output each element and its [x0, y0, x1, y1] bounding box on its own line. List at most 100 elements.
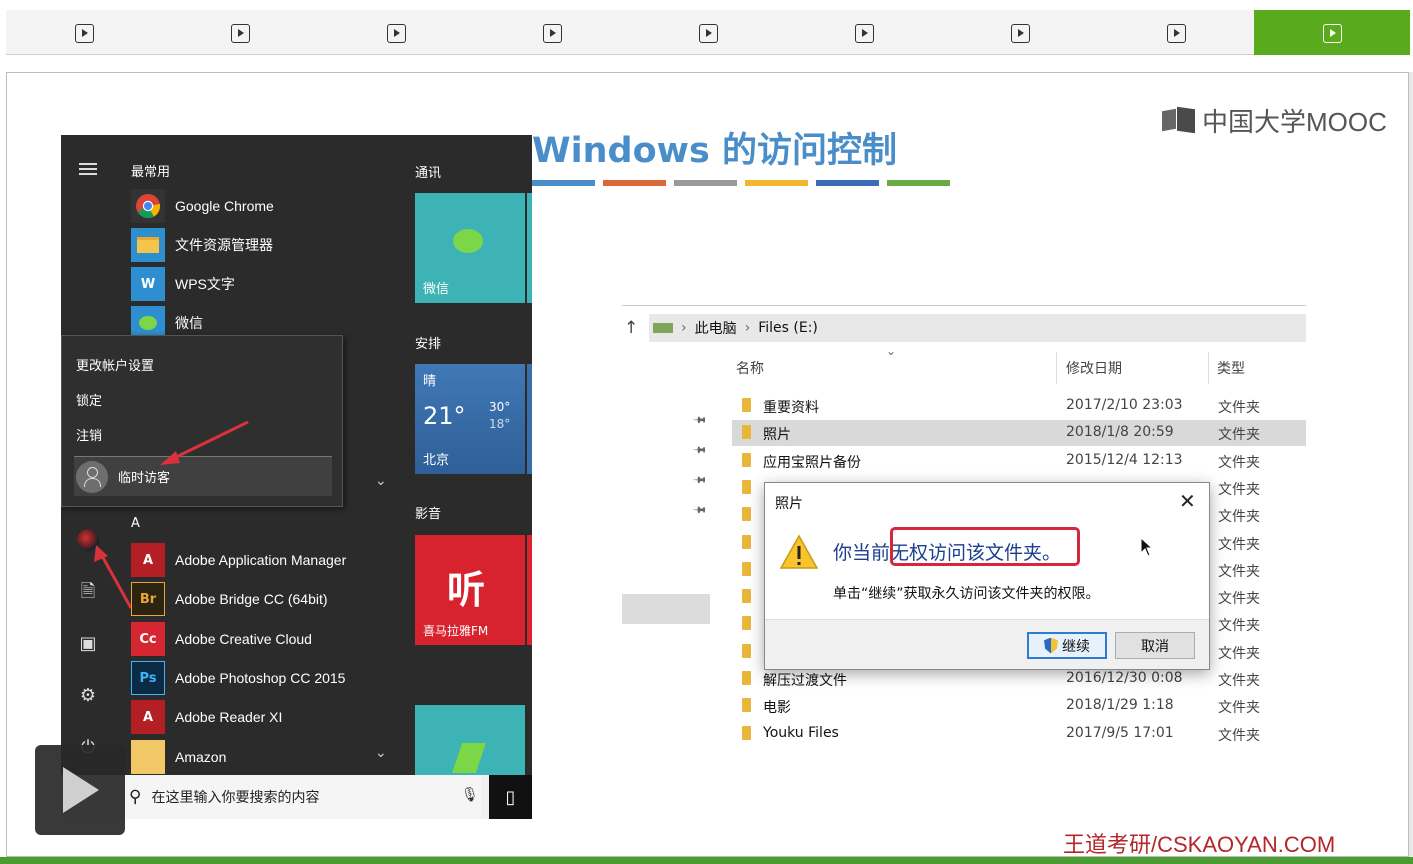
file-row[interactable]: Youku Files 2017/9/5 17:01 文件夹 — [732, 721, 1306, 747]
folder-icon — [742, 398, 751, 412]
column-type[interactable]: 类型 — [1217, 358, 1245, 378]
continue-label: 继续 — [1062, 638, 1090, 655]
title-color-bar — [816, 180, 879, 186]
title-color-bar — [887, 180, 950, 186]
chapter-tab[interactable] — [6, 10, 162, 55]
folder-icon — [742, 507, 751, 522]
wechat-tile[interactable]: 微信 — [415, 193, 525, 303]
chapter-tab[interactable] — [162, 10, 318, 55]
change-account-settings[interactable]: 更改帐户设置 — [76, 355, 154, 374]
weather-city: 北京 — [423, 453, 450, 468]
play-square-icon — [387, 23, 406, 43]
creative-cloud-icon: Cc — [131, 622, 165, 656]
file-name: 解压过渡文件 — [763, 673, 847, 689]
dialog-sub-message: 单击“继续”获取永久访问该文件夹的权限。 — [833, 586, 1100, 602]
folder-icon — [742, 725, 751, 740]
mooc-logo-icon — [1162, 105, 1198, 135]
close-icon[interactable]: ✕ — [1179, 489, 1196, 513]
red-highlight-box — [890, 527, 1080, 566]
tile-edge — [527, 535, 532, 645]
app-label: 文件资源管理器 — [175, 237, 273, 253]
file-type: 文件夹 — [1218, 454, 1260, 471]
file-name: 电影 — [763, 700, 791, 717]
file-type: 文件夹 — [1218, 563, 1260, 580]
cancel-label: 取消 — [1141, 638, 1169, 655]
pin-icon[interactable]: 🖈 — [688, 409, 711, 432]
file-row[interactable]: 照片 2018/1/8 20:59 文件夹 — [732, 420, 1306, 447]
app-adobe-application-manager[interactable]: A Adobe Application Manager — [131, 542, 431, 578]
chapter-tab[interactable] — [474, 10, 630, 55]
tiles-section-comm: 通讯 — [415, 166, 442, 181]
bridge-icon: Br — [131, 582, 165, 616]
file-type: 文件夹 — [1218, 509, 1260, 526]
play-square-icon — [699, 23, 718, 43]
task-view-icon[interactable]: ▯ — [489, 775, 532, 819]
microphone-icon[interactable]: 🎙 — [461, 787, 479, 803]
pin-icon[interactable]: 🖈 — [688, 469, 711, 492]
chapter-tab[interactable] — [786, 10, 942, 55]
file-date: 2018/1/29 1:18 — [1066, 697, 1174, 714]
folder-icon — [742, 534, 751, 549]
search-icon: ⚲ — [129, 787, 142, 807]
watermark: 王道考研/CSKAOYAN.COM — [1063, 832, 1336, 857]
file-date: 2016/12/30 0:08 — [1066, 670, 1183, 686]
app-label: Google Chrome — [175, 198, 274, 214]
address-bar[interactable]: › 此电脑 › Files (E:) — [649, 314, 1306, 342]
file-row[interactable]: 应用宝照片备份 2015/12/4 12:13 文件夹 — [732, 448, 1306, 474]
weather-low: 18° — [489, 417, 511, 431]
app-file-explorer[interactable]: 文件资源管理器 — [131, 227, 431, 263]
nav-pane-scrollbar[interactable] — [622, 594, 710, 624]
ximalaya-tile[interactable]: 听 喜马拉雅FM — [415, 535, 525, 645]
app-adobe-photoshop[interactable]: Ps Adobe Photoshop CC 2015 — [131, 660, 431, 696]
chapter-tab[interactable] — [630, 10, 786, 55]
column-date[interactable]: 修改日期 — [1066, 358, 1122, 378]
letter-heading-a: A — [131, 516, 140, 531]
file-type: 文件夹 — [1218, 481, 1260, 498]
folder-icon — [742, 643, 751, 658]
folder-icon — [742, 589, 751, 604]
breadcrumb-drive-e[interactable]: Files (E:) — [758, 320, 818, 336]
app-wps[interactable]: W WPS文字 — [131, 266, 431, 302]
settings-gear-icon[interactable]: ⚙ — [77, 685, 99, 707]
video-play-button[interactable] — [35, 745, 125, 835]
file-row[interactable]: 重要资料 2017/2/10 23:03 文件夹 — [732, 393, 1306, 419]
cancel-button[interactable]: 取消 — [1115, 632, 1195, 659]
app-adobe-reader[interactable]: A Adobe Reader XI — [131, 699, 431, 735]
wechat-icon — [453, 229, 483, 253]
pin-icon[interactable]: 🖈 — [688, 499, 711, 522]
sign-out-option[interactable]: 注销 — [76, 425, 102, 444]
chevron-down-icon[interactable]: ⌄ — [375, 745, 387, 761]
app-logo-icon — [452, 743, 486, 773]
pin-icon[interactable]: 🖈 — [688, 439, 711, 462]
column-name[interactable]: 名称 — [736, 358, 764, 378]
file-row[interactable]: 电影 2018/1/29 1:18 文件夹 — [732, 693, 1306, 719]
tile-edge — [527, 364, 532, 474]
up-arrow-icon[interactable]: ↑ — [624, 318, 638, 338]
wps-icon: W — [131, 267, 165, 301]
folder-icon — [742, 698, 751, 713]
chevron-down-icon[interactable]: ⌄ — [375, 473, 387, 489]
video-chapter-tabs — [6, 10, 1410, 55]
hamburger-menu-icon[interactable] — [79, 163, 97, 175]
folder-icon — [131, 228, 165, 262]
chapter-tab[interactable] — [1254, 10, 1410, 55]
chapter-tab[interactable] — [318, 10, 474, 55]
play-square-icon — [855, 23, 874, 43]
app-google-chrome[interactable]: Google Chrome — [131, 188, 431, 224]
weather-tile[interactable]: 晴 21° 30° 18° 北京 — [415, 364, 525, 474]
lock-option[interactable]: 锁定 — [76, 390, 102, 409]
taskbar-search-box[interactable]: ⚲ 在这里输入你要搜索的内容 — [123, 775, 481, 819]
app-adobe-bridge[interactable]: Br Adobe Bridge CC (64bit) — [131, 581, 431, 617]
chapter-tab[interactable] — [1098, 10, 1254, 55]
green-app-tile[interactable] — [415, 705, 525, 775]
file-type: 文件夹 — [1218, 727, 1260, 744]
search-placeholder: 在这里输入你要搜索的内容 — [151, 790, 320, 806]
file-date: 2017/2/10 23:03 — [1066, 397, 1183, 413]
chrome-icon — [131, 189, 165, 223]
pictures-icon[interactable]: ▣ — [77, 633, 99, 655]
app-adobe-creative-cloud[interactable]: Cc Adobe Creative Cloud — [131, 621, 431, 657]
tile-edge — [527, 193, 532, 303]
continue-button[interactable]: 继续 — [1027, 632, 1107, 659]
chapter-tab[interactable] — [942, 10, 1098, 55]
breadcrumb-this-pc[interactable]: 此电脑 — [695, 318, 737, 338]
